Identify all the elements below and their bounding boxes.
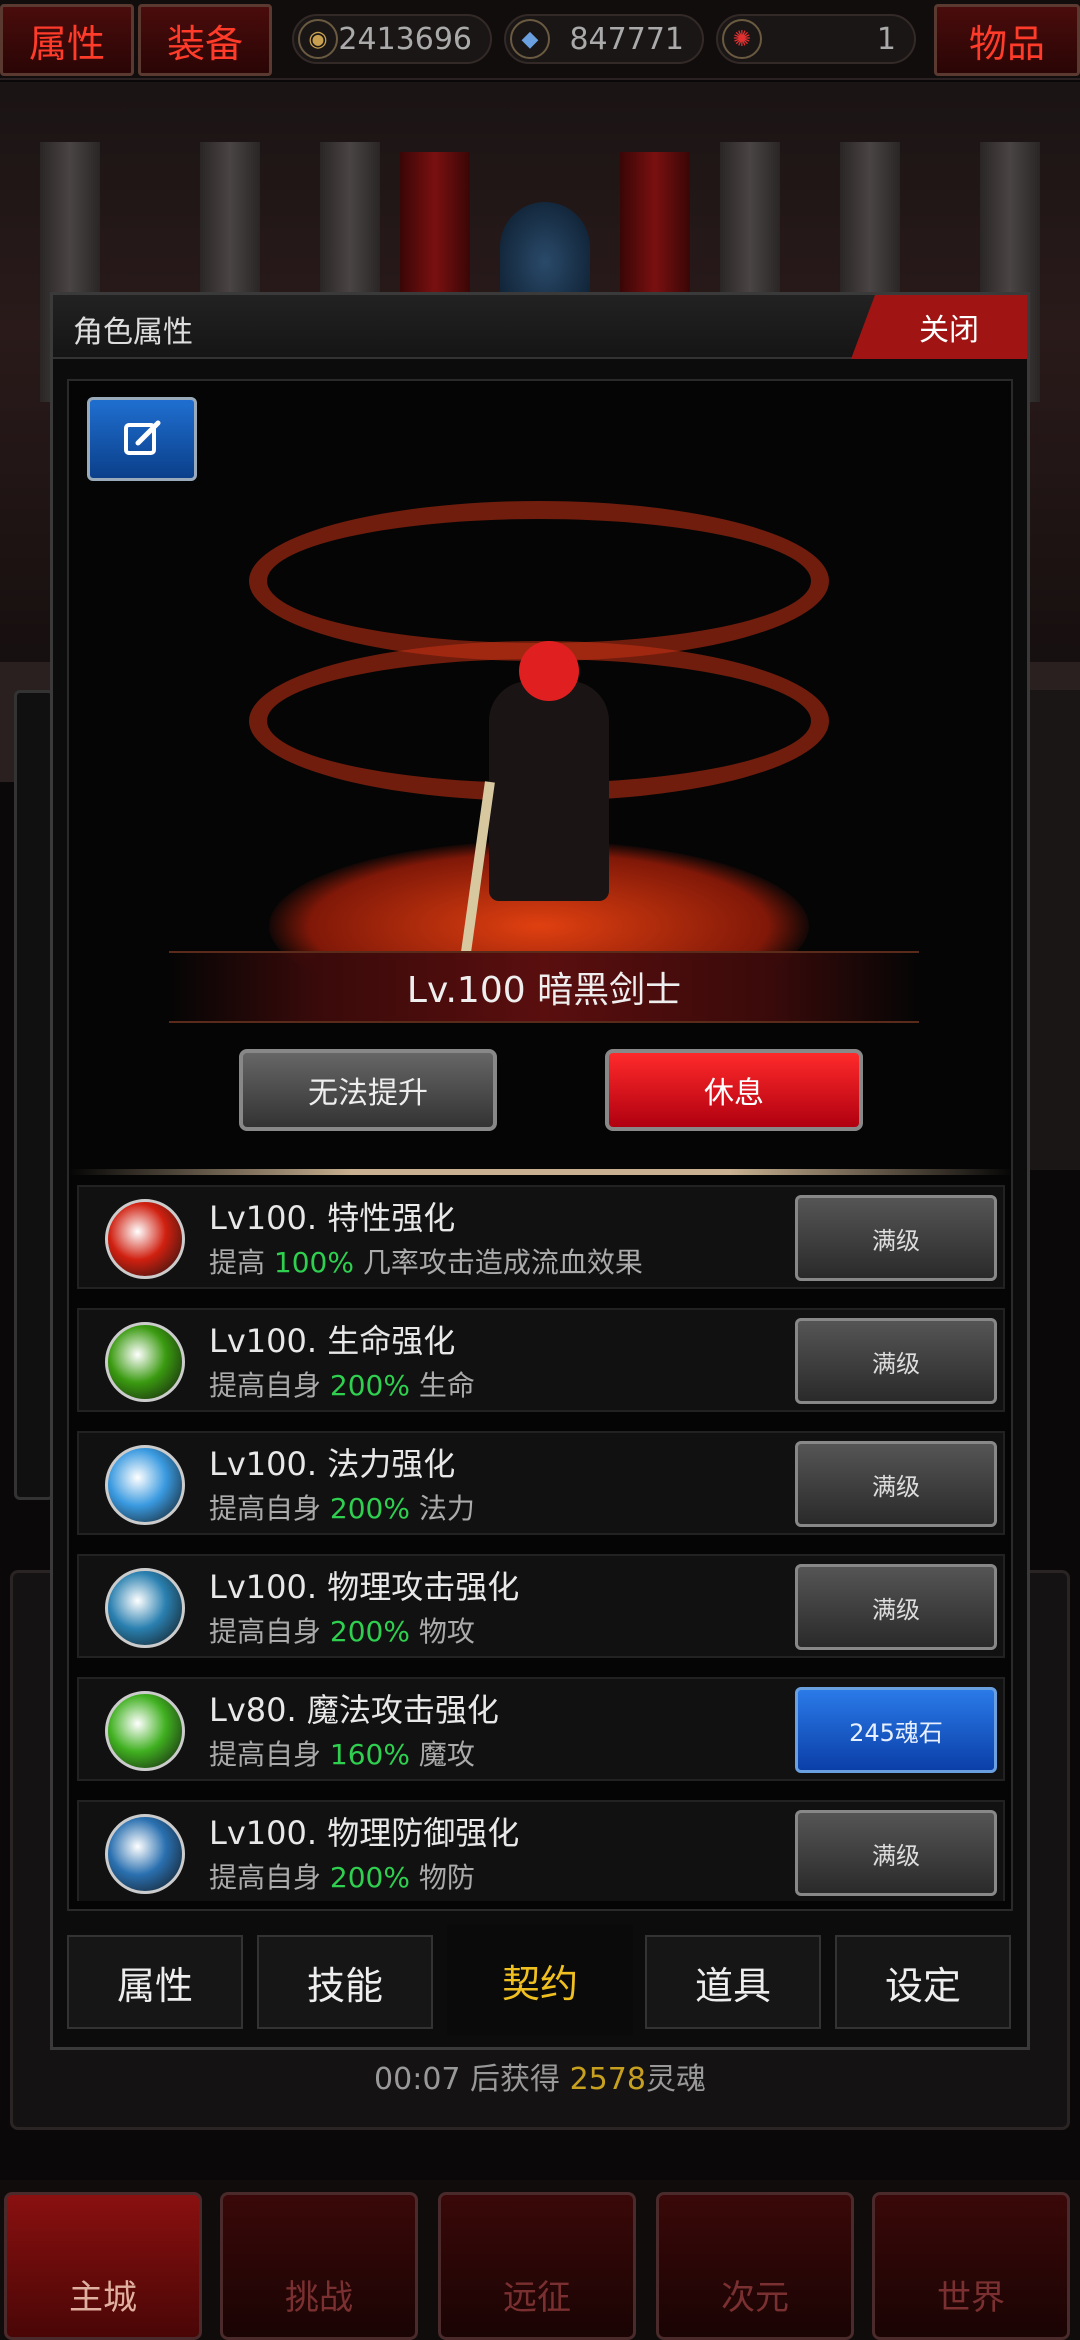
skill-row: Lv100. 生命强化 提高自身 200% 生命 满级 bbox=[77, 1308, 1005, 1412]
timer-time: 00:07 bbox=[374, 2062, 461, 2097]
skill-upgrade-button[interactable]: 满级 bbox=[795, 1195, 997, 1281]
skill-description: 提高自身 200% 生命 bbox=[209, 1364, 475, 1404]
skill-row: Lv100. 物理防御强化 提高自身 200% 物防 满级 bbox=[77, 1800, 1005, 1901]
skill-description: 提高自身 160% 魔攻 bbox=[209, 1733, 475, 1773]
character-level-name: Lv.100 暗黑剑士 bbox=[169, 951, 919, 1023]
skill-upgrade-button[interactable]: 满级 bbox=[795, 1318, 997, 1404]
character-attributes-dialog: 角色属性 关闭 Lv.100 暗黑剑士 无法提升 休息 Lv100. 特性强化提… bbox=[50, 292, 1030, 2050]
skill-upgrade-button[interactable]: 满级 bbox=[795, 1810, 997, 1896]
dark-swordsman-figure bbox=[489, 681, 609, 901]
skill-title: Lv100. 物理防御强化 bbox=[209, 1814, 520, 1852]
upgrade-button[interactable]: 无法提升 bbox=[239, 1049, 497, 1131]
gem-counter: ◆ 847771 bbox=[504, 14, 704, 64]
aura-ring bbox=[249, 501, 829, 661]
bottom-navigation: 主城 挑战 远征 次元 世界 bbox=[0, 2180, 1080, 2340]
skill-description: 提高自身 200% 物攻 bbox=[209, 1610, 475, 1650]
skill-percent: 200% bbox=[329, 1615, 410, 1648]
skill-desc-prefix: 提高自身 bbox=[209, 1492, 330, 1525]
edit-button[interactable] bbox=[87, 397, 197, 481]
skill-upgrade-button[interactable]: 满级 bbox=[795, 1564, 997, 1650]
skill-row: Lv100. 特性强化提高 100% 几率攻击造成流血效果 满级 bbox=[77, 1185, 1005, 1289]
tab-settings[interactable]: 设定 bbox=[835, 1935, 1011, 2029]
dialog-content: Lv.100 暗黑剑士 无法提升 休息 Lv100. 特性强化提高 100% 几… bbox=[67, 379, 1013, 1911]
dialog-title: 角色属性 bbox=[73, 315, 193, 350]
skill-title: Lv100. 物理攻击强化 bbox=[209, 1568, 520, 1606]
skill-desc-suffix: 几率攻击造成流血效果 bbox=[353, 1246, 643, 1279]
skill-desc-suffix: 生命 bbox=[409, 1369, 475, 1402]
divider bbox=[69, 1169, 1013, 1175]
soul-unit: 灵魂 bbox=[645, 2062, 706, 2097]
skill-desc-suffix: 法力 bbox=[409, 1492, 475, 1525]
gem-icon: ◆ bbox=[510, 19, 550, 59]
top-bar: 属性 装备 ◉ 2413696 ◆ 847771 ✺ 1 物品 bbox=[0, 0, 1080, 80]
skill-description: 提高自身 200% 物防 bbox=[209, 1856, 475, 1896]
soul-timer: 00:07 后获得 2578灵魂 bbox=[0, 2054, 1080, 2098]
nav-main-city[interactable]: 主城 bbox=[4, 2192, 202, 2340]
skill-row: Lv100. 法力强化 提高自身 200% 法力 满级 bbox=[77, 1431, 1005, 1535]
skill-icon bbox=[105, 1691, 185, 1771]
close-button[interactable]: 关闭 bbox=[851, 295, 1027, 359]
skill-desc-prefix: 提高自身 bbox=[209, 1615, 330, 1648]
nav-world[interactable]: 世界 bbox=[872, 2192, 1070, 2340]
items-top-button[interactable]: 物品 bbox=[934, 4, 1080, 76]
skill-icon bbox=[105, 1322, 185, 1402]
tab-items[interactable]: 道具 bbox=[645, 1935, 821, 2029]
tab-skills[interactable]: 技能 bbox=[257, 1935, 433, 2029]
skill-percent: 200% bbox=[329, 1492, 410, 1525]
token-icon: ✺ bbox=[722, 19, 762, 59]
left-log-panel bbox=[14, 690, 54, 1500]
character-portrait bbox=[189, 481, 889, 1021]
skill-desc-suffix: 物攻 bbox=[409, 1615, 475, 1648]
skill-percent: 200% bbox=[329, 1369, 410, 1402]
skill-title: Lv80. 魔法攻击强化 bbox=[209, 1691, 499, 1729]
equipment-top-button[interactable]: 装备 bbox=[138, 4, 272, 76]
attributes-top-button[interactable]: 属性 bbox=[0, 4, 134, 76]
skill-row: Lv80. 魔法攻击强化 提高自身 160% 魔攻 245魂石 bbox=[77, 1677, 1005, 1781]
skill-icon bbox=[105, 1814, 185, 1894]
edit-icon bbox=[124, 420, 161, 455]
skill-desc-prefix: 提高自身 bbox=[209, 1861, 330, 1894]
skill-percent: 200% bbox=[329, 1861, 410, 1894]
skill-row: Lv100. 物理攻击强化 提高自身 200% 物攻 满级 bbox=[77, 1554, 1005, 1658]
dialog-header: 角色属性 关闭 bbox=[53, 295, 1027, 359]
skill-percent: 100% bbox=[273, 1246, 354, 1279]
skill-desc-suffix: 物防 bbox=[409, 1861, 475, 1894]
skill-upgrade-button[interactable]: 245魂石 bbox=[795, 1687, 997, 1773]
skill-description: 提高 100% 几率攻击造成流血效果 bbox=[209, 1241, 643, 1281]
skill-description: 提高自身 200% 法力 bbox=[209, 1487, 475, 1527]
skill-icon bbox=[105, 1445, 185, 1525]
skill-percent: 160% bbox=[329, 1738, 410, 1771]
skill-icon bbox=[105, 1199, 185, 1279]
gold-counter: ◉ 2413696 bbox=[292, 14, 492, 64]
skill-desc-prefix: 提高自身 bbox=[209, 1738, 330, 1771]
skill-desc-suffix: 魔攻 bbox=[409, 1738, 475, 1771]
gold-value: 2413696 bbox=[338, 21, 472, 57]
token-counter: ✺ 1 bbox=[716, 14, 916, 64]
skill-title: Lv100. 特性强化 bbox=[209, 1199, 456, 1237]
rest-button[interactable]: 休息 bbox=[605, 1049, 863, 1131]
coin-icon: ◉ bbox=[298, 19, 338, 59]
skill-desc-prefix: 提高自身 bbox=[209, 1369, 330, 1402]
soul-amount: 2578 bbox=[569, 2062, 646, 2097]
dialog-tabs: 属性 技能 契约 道具 设定 bbox=[67, 1925, 1013, 2035]
skill-list: Lv100. 特性强化 提高 100% 几率攻击造成流血效果 满级 Lv100. 生命… bbox=[77, 1185, 1005, 1901]
skill-title: Lv100. 法力强化 bbox=[209, 1445, 456, 1483]
token-value: 1 bbox=[876, 21, 896, 57]
skill-desc-prefix: 提高 bbox=[209, 1246, 274, 1279]
nav-dimension[interactable]: 次元 bbox=[656, 2192, 854, 2340]
tab-contract[interactable]: 契约 bbox=[447, 1925, 633, 2035]
right-side-buttons bbox=[1026, 690, 1080, 1170]
skill-upgrade-button[interactable]: 满级 bbox=[795, 1441, 997, 1527]
nav-expedition[interactable]: 远征 bbox=[438, 2192, 636, 2340]
gem-value: 847771 bbox=[569, 21, 684, 57]
dark-swordsman-head bbox=[519, 641, 579, 701]
timer-text: 后获得 bbox=[460, 2062, 570, 2097]
skill-icon bbox=[105, 1568, 185, 1648]
nav-challenge[interactable]: 挑战 bbox=[220, 2192, 418, 2340]
skill-title: Lv100. 生命强化 bbox=[209, 1322, 456, 1360]
tab-attributes[interactable]: 属性 bbox=[67, 1935, 243, 2029]
